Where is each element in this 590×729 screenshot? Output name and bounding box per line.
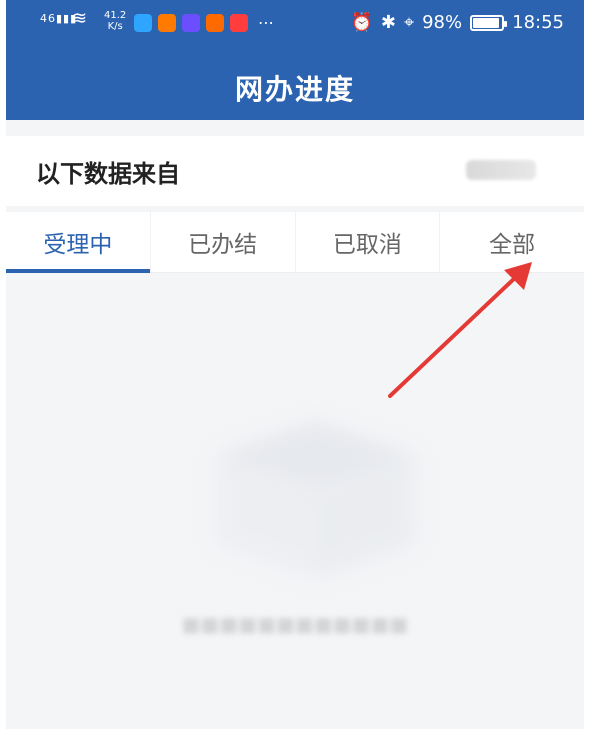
- battery-icon: [470, 14, 508, 31]
- right-status: ⏰ ✱ ⌖ 98% 18:55: [350, 12, 564, 33]
- more-icon: ⋯: [258, 13, 274, 32]
- source-label: 以下数据来自: [36, 160, 180, 188]
- empty-state-text: ■■■■■■■■■■■■: [181, 612, 409, 636]
- status-bar: 46▮▮▮ ≋ 41.2 K/s ⋯ ⏰ ✱ ⌖ 98% 18:55: [6, 0, 584, 52]
- app-icon: [158, 14, 176, 32]
- tab-cancelled[interactable]: 已取消: [294, 212, 440, 272]
- empty-box-icon: [216, 420, 416, 580]
- alarm-icon: ⏰: [350, 12, 373, 33]
- tab-all[interactable]: 全部: [439, 212, 584, 272]
- clock: 18:55: [512, 12, 564, 33]
- network-speed-value: 41.2: [104, 10, 127, 21]
- bluetooth-icon: ✱: [380, 12, 396, 33]
- status-tabs: 受理中 已办结 已取消 全部: [6, 212, 584, 273]
- app-icon: [134, 14, 152, 32]
- battery-fill: [473, 17, 499, 28]
- location-icon: ⌖: [403, 12, 415, 33]
- app-icons: ⋯: [134, 14, 274, 32]
- tab-in-progress[interactable]: 受理中: [6, 212, 150, 273]
- header: 46▮▮▮ ≋ 41.2 K/s ⋯ ⏰ ✱ ⌖ 98% 18:55 网办进度: [6, 0, 584, 120]
- battery-percent: 98%: [422, 12, 463, 33]
- phone-screen: 46▮▮▮ ≋ 41.2 K/s ⋯ ⏰ ✱ ⌖ 98% 18:55 网办进度 …: [0, 0, 590, 729]
- source-value[interactable]: [466, 160, 536, 180]
- network-speed: 41.2 K/s: [104, 10, 126, 32]
- wifi-icon: ≋: [72, 8, 88, 29]
- signal-text: 46: [40, 12, 56, 25]
- network-speed-unit: K/s: [107, 21, 123, 32]
- page-title: 网办进度: [234, 73, 355, 106]
- source-row: 以下数据来自: [6, 136, 584, 206]
- app-icon: [206, 14, 224, 32]
- tab-completed[interactable]: 已办结: [149, 212, 295, 272]
- app-icon: [182, 14, 200, 32]
- app-icon: [230, 14, 248, 32]
